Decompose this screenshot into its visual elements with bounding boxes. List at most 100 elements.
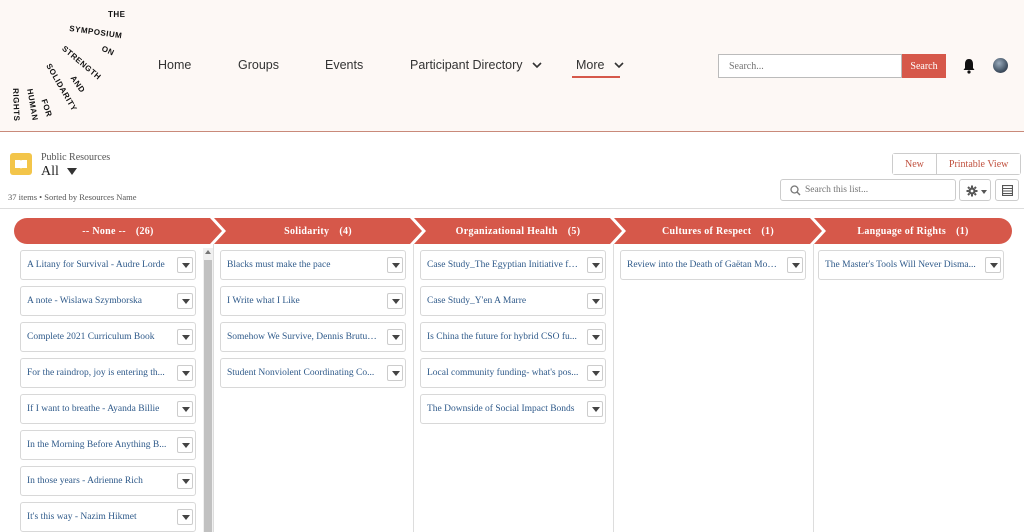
card-menu-button[interactable] <box>387 329 403 345</box>
kanban-card[interactable]: Complete 2021 Curriculum Book <box>20 322 196 352</box>
list-meta: 37 items • Sorted by Resources Name <box>8 192 137 202</box>
printable-view-button[interactable]: Printable View <box>936 154 1021 174</box>
card-menu-button[interactable] <box>587 365 603 381</box>
kanban-card[interactable]: In the Morning Before Anything B... <box>20 430 196 460</box>
kanban-card[interactable]: Local community funding- what's pos... <box>420 358 606 388</box>
stage-name: Organizational Health <box>455 225 558 237</box>
stage-count: (4) <box>339 225 352 237</box>
kanban-card[interactable]: I Write what I Like <box>220 286 406 316</box>
resources-object-icon <box>10 153 32 175</box>
kanban-card[interactable]: A Litany for Survival - Audre Lorde <box>20 250 196 280</box>
card-title: Is China the future for hybrid CSO fu... <box>427 332 577 342</box>
list-view-selector[interactable]: All <box>41 164 77 180</box>
kanban-card[interactable]: The Master's Tools Will Never Disma... <box>818 250 1004 280</box>
stage-language-of-rights[interactable]: Language of Rights (1) <box>814 218 1012 244</box>
stage-name: Language of Rights <box>857 225 947 237</box>
scroll-up-arrow-icon[interactable] <box>205 250 211 254</box>
kanban-card[interactable]: If I want to breathe - Ayanda Billie <box>20 394 196 424</box>
card-menu-button[interactable] <box>587 329 603 345</box>
card-title: Case Study_The Egyptian Initiative fo... <box>427 260 579 270</box>
nav-groups[interactable]: Groups <box>238 58 279 72</box>
kanban-column-solidarity: Blacks must make the pace I Write what I… <box>214 244 414 532</box>
card-title: Student Nonviolent Coordinating Co... <box>227 368 375 378</box>
display-as-button[interactable] <box>995 179 1019 201</box>
kanban-card[interactable]: Student Nonviolent Coordinating Co... <box>220 358 406 388</box>
stage-solidarity[interactable]: Solidarity (4) <box>214 218 422 244</box>
search-icon <box>790 185 801 196</box>
kanban-card[interactable]: It's this way - Nazim Hikmet <box>20 502 196 532</box>
list-settings-button[interactable] <box>959 179 991 201</box>
site-search-input[interactable] <box>718 54 902 78</box>
card-title: For the raindrop, joy is entering th... <box>27 368 165 378</box>
card-title: In the Morning Before Anything B... <box>27 440 167 450</box>
kanban-card[interactable]: Somehow We Survive, Dennis Brutus ... <box>220 322 406 352</box>
card-title: A Litany for Survival - Audre Lorde <box>27 260 165 270</box>
kanban-column-cultures-of-respect: Review into the Death of Gaëtan Moo... <box>614 244 814 532</box>
user-avatar[interactable] <box>993 58 1008 73</box>
logo-word: STRENGTH <box>60 44 103 82</box>
kanban-card[interactable]: Blacks must make the pace <box>220 250 406 280</box>
logo-word: ON <box>100 44 116 58</box>
card-menu-button[interactable] <box>177 437 193 453</box>
nav-more[interactable]: More <box>576 58 624 72</box>
stage-name: Solidarity <box>284 225 330 237</box>
card-title: The Master's Tools Will Never Disma... <box>825 260 976 270</box>
stage-organizational-health[interactable]: Organizational Health (5) <box>414 218 622 244</box>
column-scrollbar[interactable] <box>203 248 213 532</box>
stage-count: (1) <box>956 225 969 237</box>
active-nav-indicator <box>572 76 620 78</box>
logo-word: FOR <box>39 98 54 119</box>
card-title: In those years - Adrienne Rich <box>27 476 143 486</box>
kanban-card[interactable]: Case Study_The Egyptian Initiative fo... <box>420 250 606 280</box>
caret-down-icon <box>981 190 987 194</box>
card-menu-button[interactable] <box>177 365 193 381</box>
nav-home[interactable]: Home <box>158 58 191 72</box>
chevron-down-icon <box>614 62 624 69</box>
kanban-card[interactable]: The Downside of Social Impact Bonds <box>420 394 606 424</box>
logo-word: THE <box>108 10 126 19</box>
card-menu-button[interactable] <box>985 257 1001 273</box>
chevron-down-icon <box>532 62 542 69</box>
card-title: I Write what I Like <box>227 296 300 306</box>
card-menu-button[interactable] <box>177 401 193 417</box>
card-title: Local community funding- what's pos... <box>427 368 579 378</box>
book-icon <box>15 160 27 169</box>
site-search-button[interactable]: Search <box>902 54 946 78</box>
card-menu-button[interactable] <box>387 293 403 309</box>
kanban-card[interactable]: A note - Wislawa Szymborska <box>20 286 196 316</box>
kanban-column-none: A Litany for Survival - Audre Lorde A no… <box>14 244 214 532</box>
nav-participant-directory-label: Participant Directory <box>410 58 523 72</box>
kanban-card[interactable]: In those years - Adrienne Rich <box>20 466 196 496</box>
logo[interactable]: THE SYMPOSIUM ON STRENGTH AND SOLIDARITY… <box>8 4 138 128</box>
stage-none[interactable]: -- None -- (26) <box>14 218 222 244</box>
kanban-card[interactable]: Case Study_Y'en A Marre <box>420 286 606 316</box>
card-menu-button[interactable] <box>587 257 603 273</box>
new-button[interactable]: New <box>893 154 936 174</box>
card-menu-button[interactable] <box>177 473 193 489</box>
scrollbar-thumb[interactable] <box>204 260 212 532</box>
card-menu-button[interactable] <box>587 401 603 417</box>
card-title: Review into the Death of Gaëtan Moo... <box>627 260 779 270</box>
card-menu-button[interactable] <box>177 257 193 273</box>
nav-participant-directory[interactable]: Participant Directory <box>410 58 542 72</box>
bell-icon[interactable] <box>962 58 976 74</box>
card-menu-button[interactable] <box>177 329 193 345</box>
list-search-input[interactable] <box>805 182 951 198</box>
card-menu-button[interactable] <box>387 365 403 381</box>
card-menu-button[interactable] <box>387 257 403 273</box>
stage-cultures-of-respect[interactable]: Cultures of Respect (1) <box>614 218 822 244</box>
card-menu-button[interactable] <box>177 509 193 525</box>
kanban-card[interactable]: Is China the future for hybrid CSO fu... <box>420 322 606 352</box>
site-header: THE SYMPOSIUM ON STRENGTH AND SOLIDARITY… <box>0 0 1024 132</box>
card-title: A note - Wislawa Szymborska <box>27 296 143 306</box>
logo-word: HUMAN <box>25 88 40 122</box>
nav-more-label: More <box>576 58 605 72</box>
card-menu-button[interactable] <box>787 257 803 273</box>
nav-events[interactable]: Events <box>325 58 363 72</box>
kanban-column-organizational-health: Case Study_The Egyptian Initiative fo...… <box>414 244 614 532</box>
card-menu-button[interactable] <box>177 293 193 309</box>
kanban-card[interactable]: For the raindrop, joy is entering th... <box>20 358 196 388</box>
kanban-card[interactable]: Review into the Death of Gaëtan Moo... <box>620 250 806 280</box>
stage-count: (26) <box>135 225 154 237</box>
card-menu-button[interactable] <box>587 293 603 309</box>
